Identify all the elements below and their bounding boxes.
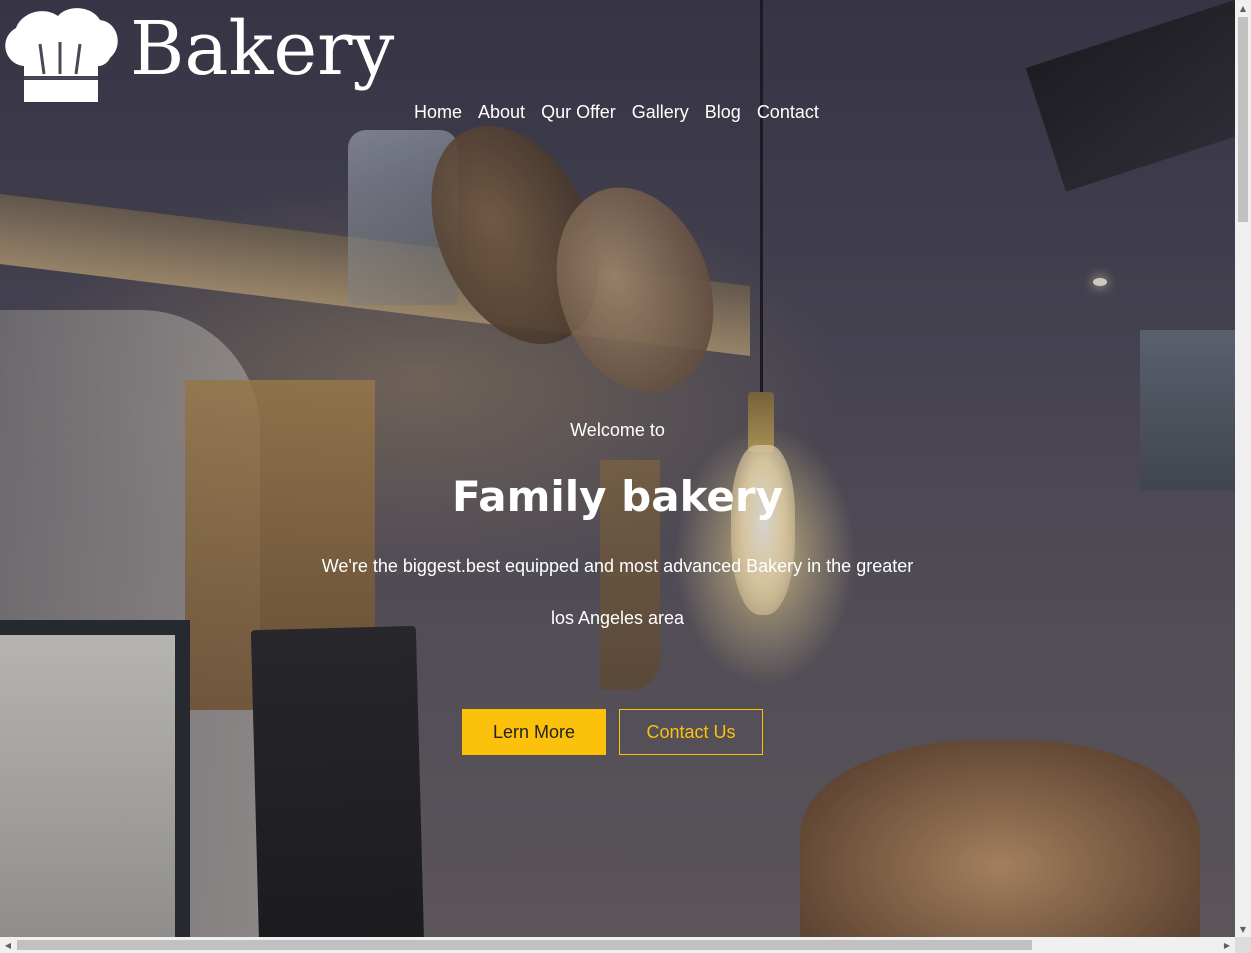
hero-background: Bakery Home About Qur Offer Gallery Blog…: [0, 0, 1235, 937]
vertical-scrollbar-thumb[interactable]: [1238, 17, 1248, 222]
nav-item-about[interactable]: About: [470, 102, 533, 123]
brand-name: Bakery: [130, 6, 395, 92]
scroll-right-arrow-icon[interactable]: ▶: [1219, 937, 1235, 953]
nav-item-home[interactable]: Home: [406, 102, 470, 123]
scrollbar-corner: [1235, 937, 1251, 953]
horizontal-scrollbar[interactable]: ◀ ▶: [0, 937, 1235, 953]
learn-more-button[interactable]: Lern More: [462, 709, 606, 755]
horizontal-scrollbar-thumb[interactable]: [17, 940, 1032, 950]
hero-description: We're the biggest.best equipped and most…: [0, 540, 1235, 644]
hero-description-line: los Angeles area: [550, 608, 685, 628]
scroll-down-arrow-icon[interactable]: ▼: [1235, 921, 1251, 937]
hero-welcome: Welcome to: [570, 420, 665, 440]
nav-item-blog[interactable]: Blog: [697, 102, 749, 123]
scroll-left-arrow-icon[interactable]: ◀: [0, 937, 16, 953]
vertical-scrollbar[interactable]: ▲ ▼: [1235, 0, 1251, 937]
hero-description-line: We're the biggest.best equipped and most…: [321, 556, 914, 576]
contact-us-button[interactable]: Contact Us: [619, 709, 763, 755]
chef-hat-icon: [5, 8, 118, 102]
main-nav: Home About Qur Offer Gallery Blog Contac…: [406, 102, 827, 123]
site-logo[interactable]: Bakery: [0, 4, 394, 104]
nav-item-gallery[interactable]: Gallery: [624, 102, 697, 123]
hero-title: Family bakery: [452, 472, 783, 521]
nav-item-our-offer[interactable]: Qur Offer: [533, 102, 624, 123]
nav-item-contact[interactable]: Contact: [749, 102, 827, 123]
scroll-up-arrow-icon[interactable]: ▲: [1235, 0, 1251, 16]
hero-overlay: [0, 0, 1235, 937]
